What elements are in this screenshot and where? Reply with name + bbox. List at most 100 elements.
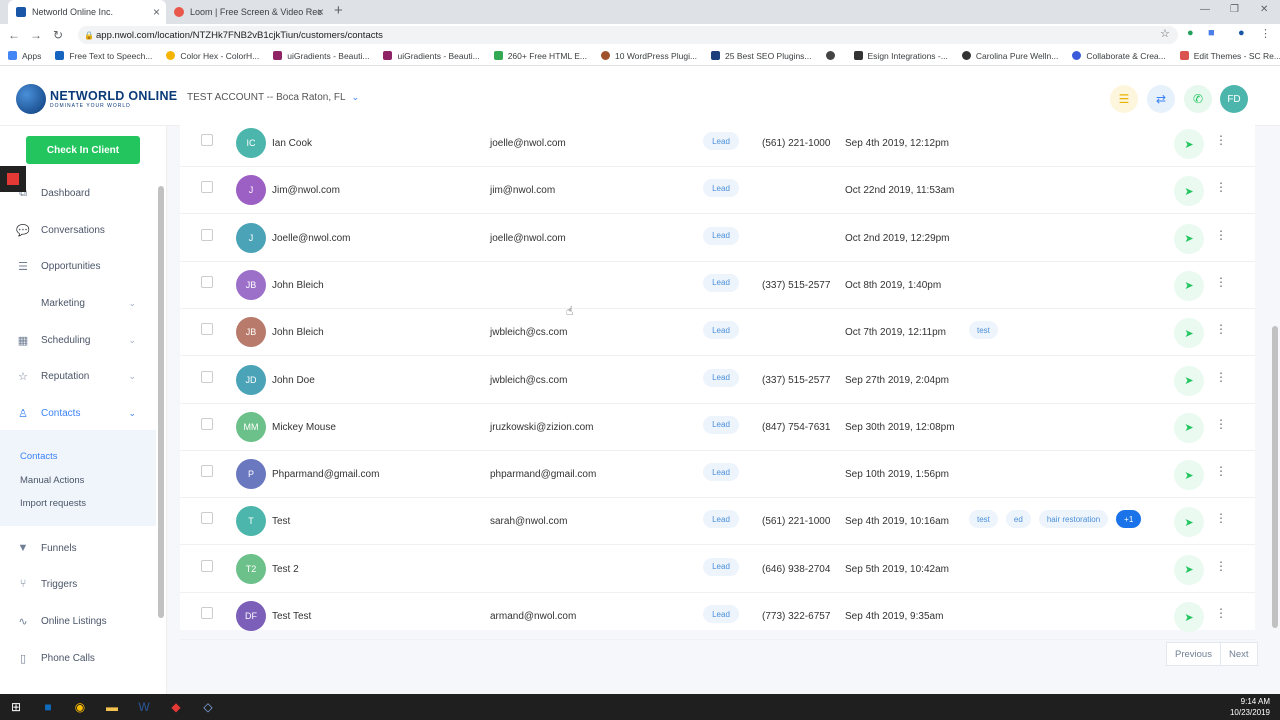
previous-page-button[interactable]: Previous <box>1166 642 1221 666</box>
forward-icon[interactable]: → <box>25 28 47 42</box>
close-window-icon[interactable]: ✕ <box>1260 4 1268 15</box>
file-explorer-icon[interactable]: ▬ <box>96 694 128 720</box>
send-message-button[interactable]: ➤ <box>1174 460 1204 491</box>
swap-arrows-icon[interactable]: ⇄ <box>1147 85 1175 113</box>
sidebar-item-conversations[interactable]: 💬 Conversations <box>0 212 156 248</box>
app-icon[interactable]: ◇ <box>192 694 224 720</box>
row-checkbox[interactable] <box>201 275 213 288</box>
send-message-button[interactable]: ➤ <box>1174 270 1204 301</box>
row-checkbox[interactable] <box>201 323 213 336</box>
list-icon[interactable]: ☰ <box>1110 85 1138 113</box>
subitem-manual-actions[interactable]: Manual Actions <box>20 475 84 486</box>
sidebar-item-contacts[interactable]: ♙ Contacts ⌄ <box>0 395 156 431</box>
more-options-icon[interactable]: ⋮ <box>1215 511 1227 525</box>
restore-icon[interactable]: ❐ <box>1230 4 1239 15</box>
bookmark-star-icon[interactable]: ☆ <box>1160 27 1170 40</box>
contact-name[interactable]: John Bleich <box>272 327 324 338</box>
account-switcher[interactable]: TEST ACCOUNT -- Boca Raton, FL ⌄ <box>187 92 359 103</box>
more-options-icon[interactable]: ⋮ <box>1215 370 1227 384</box>
networld-logo[interactable]: NETWORLD ONLINE DOMINATE YOUR WORLD <box>16 84 177 114</box>
contact-name[interactable]: John Doe <box>272 375 315 386</box>
subitem-contacts[interactable]: Contacts <box>20 451 58 462</box>
bookmark-item[interactable]: Esign Integrations -... <box>853 51 948 61</box>
more-options-icon[interactable]: ⋮ <box>1215 322 1227 336</box>
bookmark-item[interactable]: Color Hex - ColorH... <box>166 51 259 61</box>
word-icon[interactable]: W <box>128 694 160 720</box>
sidebar-item-triggers[interactable]: ⑂ Triggers <box>0 566 156 602</box>
windows-start-icon[interactable]: ⊞ <box>0 694 32 720</box>
reload-icon[interactable]: ↻ <box>47 28 69 42</box>
url-field[interactable]: 🔒 app.nwol.com/location/NTZHk7FNB2vB1cjk… <box>78 26 1178 44</box>
more-options-icon[interactable]: ⋮ <box>1215 559 1227 573</box>
next-page-button[interactable]: Next <box>1220 642 1258 666</box>
contact-name[interactable]: Ian Cook <box>272 138 312 149</box>
minimize-icon[interactable]: — <box>1200 4 1210 15</box>
subitem-import-requests[interactable]: Import requests <box>20 498 86 509</box>
more-options-icon[interactable]: ⋮ <box>1215 464 1227 478</box>
translate-extension-icon[interactable]: ■ <box>1208 27 1215 39</box>
row-checkbox[interactable] <box>201 607 213 619</box>
chrome-icon[interactable]: ◉ <box>64 694 96 720</box>
row-checkbox[interactable] <box>201 465 213 478</box>
send-message-button[interactable]: ➤ <box>1174 602 1204 632</box>
contact-name[interactable]: Mickey Mouse <box>272 422 336 433</box>
sidebar-item-marketing[interactable]: Marketing ⌄ <box>0 285 156 321</box>
close-tab-icon[interactable]: × <box>153 5 160 19</box>
close-tab-icon[interactable]: × <box>317 5 324 19</box>
contact-name[interactable]: John Bleich <box>272 280 324 291</box>
table-row[interactable]: J Jim@nwol.com jim@nwol.com Lead Oct 22nd 20… <box>180 167 1255 215</box>
bookmark-item[interactable] <box>825 51 840 60</box>
table-row[interactable]: IC Ian Cook joelle@nwol.com Lead (561) 221-1… <box>180 120 1255 167</box>
contact-name[interactable]: Test Test <box>272 611 311 622</box>
page-scrollbar[interactable] <box>1270 126 1280 694</box>
more-options-icon[interactable]: ⋮ <box>1215 180 1227 194</box>
contact-name[interactable]: Test 2 <box>272 564 299 575</box>
app-icon[interactable]: ◆ <box>160 694 192 720</box>
more-options-icon[interactable]: ⋮ <box>1215 417 1227 431</box>
profile-extension-icon[interactable]: ● <box>1238 27 1245 39</box>
sidebar-item-reputation[interactable]: ☆ Reputation ⌄ <box>0 358 156 394</box>
row-checkbox[interactable] <box>201 370 213 383</box>
bookmark-item[interactable]: Carolina Pure Welln... <box>961 51 1058 61</box>
bookmark-item[interactable]: Free Text to Speech... <box>55 51 152 61</box>
contact-name[interactable]: Phparmand@gmail.com <box>272 469 379 480</box>
grammarly-extension-icon[interactable]: ● <box>1187 27 1194 39</box>
bookmark-item[interactable]: 25 Best SEO Plugins... <box>711 51 812 61</box>
table-row[interactable]: MM Mickey Mouse jruzkowski@zizion.com Lead (… <box>180 404 1255 451</box>
send-message-button[interactable]: ➤ <box>1174 223 1204 254</box>
row-checkbox[interactable] <box>201 512 213 525</box>
check-in-client-button[interactable]: Check In Client <box>26 136 140 164</box>
table-row[interactable]: JD John Doe jwbleich@cs.com Lead (337) 515-2… <box>180 357 1255 404</box>
row-checkbox[interactable] <box>201 417 213 430</box>
bookmark-item[interactable]: 10 WordPress Plugi... <box>601 51 697 61</box>
table-row[interactable]: J Joelle@nwol.com joelle@nwol.com Lead Oct 2… <box>180 215 1255 262</box>
back-icon[interactable]: ← <box>3 28 25 42</box>
sidebar-item-opportunities[interactable]: ☰ Opportunities <box>0 248 156 284</box>
table-row[interactable]: T2 Test 2 Lead (646) 938-2704 Sep 5th 2019, … <box>180 546 1255 593</box>
send-message-button[interactable]: ➤ <box>1174 412 1204 443</box>
more-options-icon[interactable]: ⋮ <box>1215 275 1227 289</box>
outlook-icon[interactable]: ■ <box>32 694 64 720</box>
bookmark-item[interactable]: 260+ Free HTML E... <box>493 51 587 61</box>
sidebar-item-funnels[interactable]: ▼ Funnels <box>0 530 156 566</box>
send-message-button[interactable]: ➤ <box>1174 554 1204 585</box>
send-message-button[interactable]: ➤ <box>1174 129 1204 159</box>
contact-name[interactable]: Jim@nwol.com <box>272 185 340 196</box>
more-options-icon[interactable]: ⋮ <box>1215 228 1227 242</box>
bookmark-item[interactable]: Collaborate & Crea... <box>1072 51 1166 61</box>
more-options-icon[interactable]: ⋮ <box>1215 606 1227 620</box>
system-clock[interactable]: 9:14 AM 10/23/2019 <box>1230 696 1270 718</box>
row-checkbox[interactable] <box>201 181 213 194</box>
table-row[interactable]: DF Test Test armand@nwol.com Lead (773) 322-… <box>180 593 1255 640</box>
table-row[interactable]: JB John Bleich jwbleich@cs.com Lead Oct 7th … <box>180 309 1255 357</box>
sidebar-item-online-listings[interactable]: ∿ Online Listings <box>0 603 156 639</box>
send-message-button[interactable]: ➤ <box>1174 318 1204 349</box>
row-checkbox[interactable] <box>201 559 213 572</box>
contact-name[interactable]: Joelle@nwol.com <box>272 233 351 244</box>
more-options-icon[interactable]: ⋮ <box>1215 133 1227 147</box>
row-checkbox[interactable] <box>201 134 213 146</box>
send-message-button[interactable]: ➤ <box>1174 365 1204 396</box>
table-row[interactable]: T Test sarah@nwol.com Lead (561) 221-1000 Sep… <box>180 498 1255 546</box>
user-avatar[interactable]: FD <box>1220 85 1248 113</box>
row-checkbox[interactable] <box>201 228 213 241</box>
